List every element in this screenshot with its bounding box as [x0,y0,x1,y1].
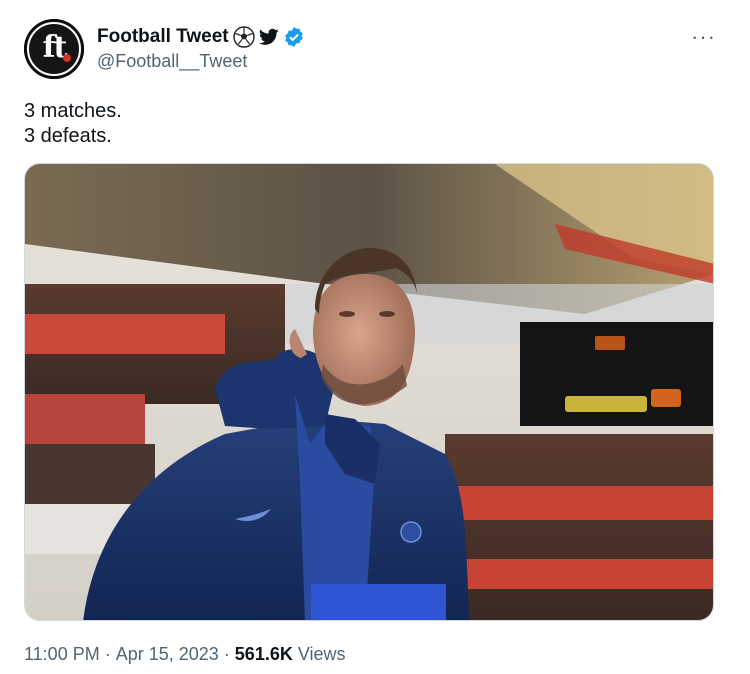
avatar-logo-dot [63,54,71,62]
tweet-meta: 11:00 PM · Apr 15, 2023 · 561.6K Views [24,644,346,665]
tweet-photo[interactable] [24,163,714,621]
display-name[interactable]: Football Tweet [97,26,229,48]
verified-badge-icon [284,27,303,47]
meta-separator: · [223,644,230,664]
author-name-row: Football Tweet [97,26,305,48]
tweet-text-line: 3 defeats. [24,125,112,147]
tweet-date[interactable]: Apr 15, 2023 [116,644,219,665]
tweet-time[interactable]: 11:00 PM [24,644,100,665]
avatar-logo-text: ft [42,29,68,65]
views-label: Views [297,644,346,664]
avatar[interactable]: ft [24,19,84,79]
meta-separator: · [104,644,111,664]
photo-football-manager-in-stadium [25,164,713,620]
twitter-bird-icon [258,28,279,45]
views-count: 561.6K [234,644,293,664]
soccer-ball-icon [232,26,255,48]
author-handle[interactable]: @Football__Tweet [97,51,247,72]
tweet-text-line: 3 matches. [24,100,122,122]
tweet-text: 3 matches. 3 defeats. [24,99,122,149]
more-options-icon[interactable]: ··· [691,26,716,48]
